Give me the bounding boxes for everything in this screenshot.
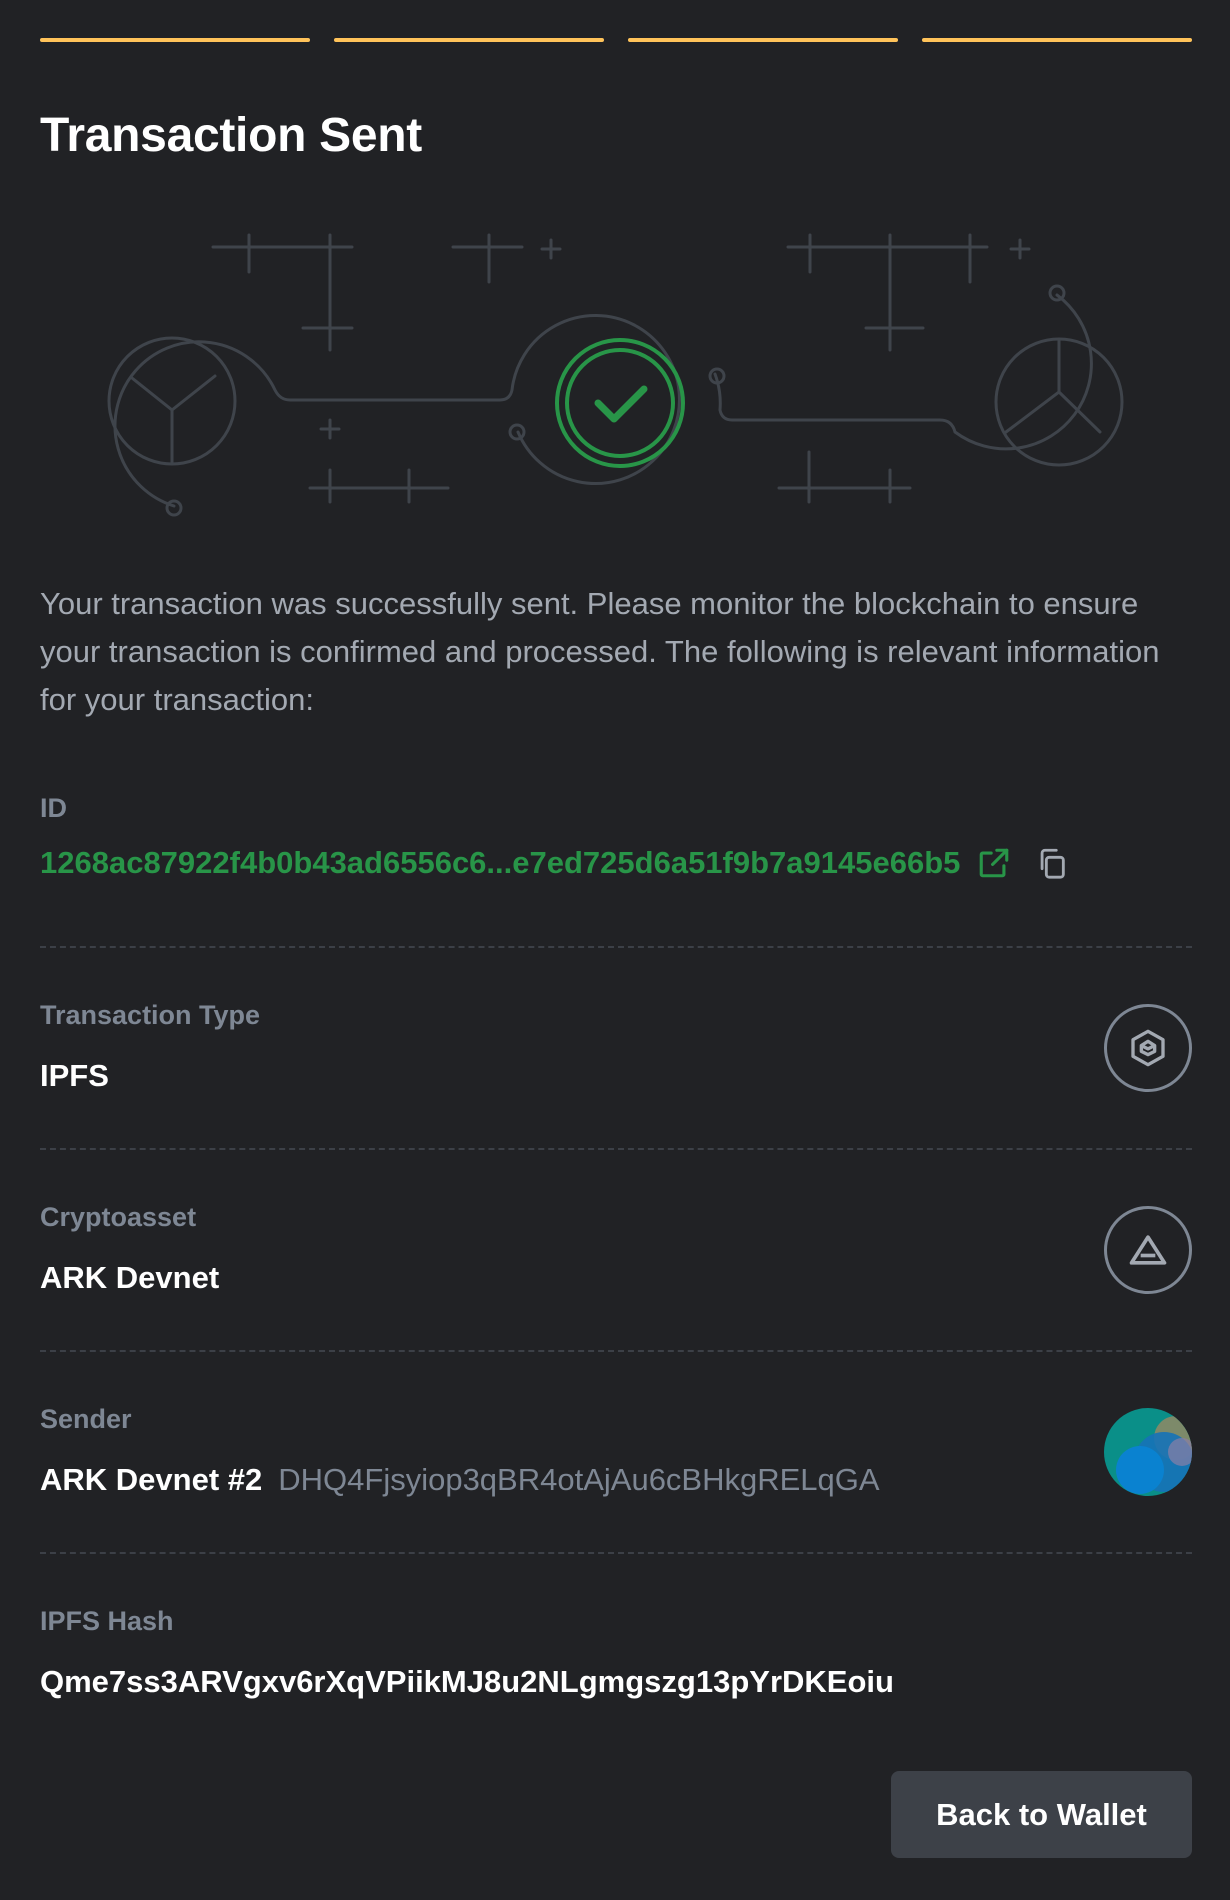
sender-row: ARK Devnet #2 DHQ4Fjsyiop3qBR4otAjAu6cBHk… xyxy=(40,1462,880,1498)
cryptoasset-section: Cryptoasset ARK Devnet xyxy=(40,1202,1192,1302)
cryptoasset-value: ARK Devnet xyxy=(40,1260,220,1295)
progress-step xyxy=(922,38,1192,42)
ipfs-cube-icon xyxy=(1104,1004,1192,1092)
progress-step xyxy=(334,38,604,42)
page-title: Transaction Sent xyxy=(40,109,422,162)
sender-name: ARK Devnet #2 xyxy=(40,1462,263,1497)
divider xyxy=(40,1350,1192,1352)
divider xyxy=(40,946,1192,948)
ipfs-hash-section: IPFS Hash Qme7ss3ARVgxv6rXqVPiikMJ8u2NLg… xyxy=(40,1606,1192,1706)
ipfs-hash-value: Qme7ss3ARVgxv6rXqVPiikMJ8u2NLgmgszg13pYr… xyxy=(40,1664,894,1699)
divider xyxy=(40,1552,1192,1554)
wallet-avatar xyxy=(1104,1408,1192,1496)
transaction-id-value[interactable]: 1268ac87922f4b0b43ad6556c6...e7ed725d6a5… xyxy=(40,845,960,881)
external-link-icon[interactable] xyxy=(974,843,1014,883)
divider xyxy=(40,1148,1192,1150)
transaction-id-section: ID 1268ac87922f4b0b43ad6556c6...e7ed725d… xyxy=(40,793,1192,903)
ark-logo-icon xyxy=(1104,1206,1192,1294)
progress-step xyxy=(628,38,898,42)
back-to-wallet-button[interactable]: Back to Wallet xyxy=(891,1771,1192,1858)
transaction-type-section: Transaction Type IPFS xyxy=(40,1000,1192,1100)
transaction-type-label: Transaction Type xyxy=(40,1000,261,1030)
cryptoasset-label: Cryptoasset xyxy=(40,1202,197,1232)
sender-section: Sender ARK Devnet #2 DHQ4Fjsyiop3qBR4otAj… xyxy=(40,1404,1192,1504)
copy-icon[interactable] xyxy=(1032,843,1072,883)
ipfs-hash-label: IPFS Hash xyxy=(40,1606,174,1636)
success-check-icon xyxy=(555,338,685,468)
progress-step xyxy=(40,38,310,42)
sender-address: DHQ4Fjsyiop3qBR4otAjAu6cBHkgRELqGA xyxy=(278,1462,880,1497)
sender-label: Sender xyxy=(40,1404,132,1434)
progress-steps xyxy=(40,38,1192,42)
id-label: ID xyxy=(40,793,67,823)
transaction-type-value: IPFS xyxy=(40,1058,109,1093)
success-description: Your transaction was successfully sent. … xyxy=(40,586,1160,717)
id-row: 1268ac87922f4b0b43ad6556c6...e7ed725d6a5… xyxy=(40,843,1072,883)
